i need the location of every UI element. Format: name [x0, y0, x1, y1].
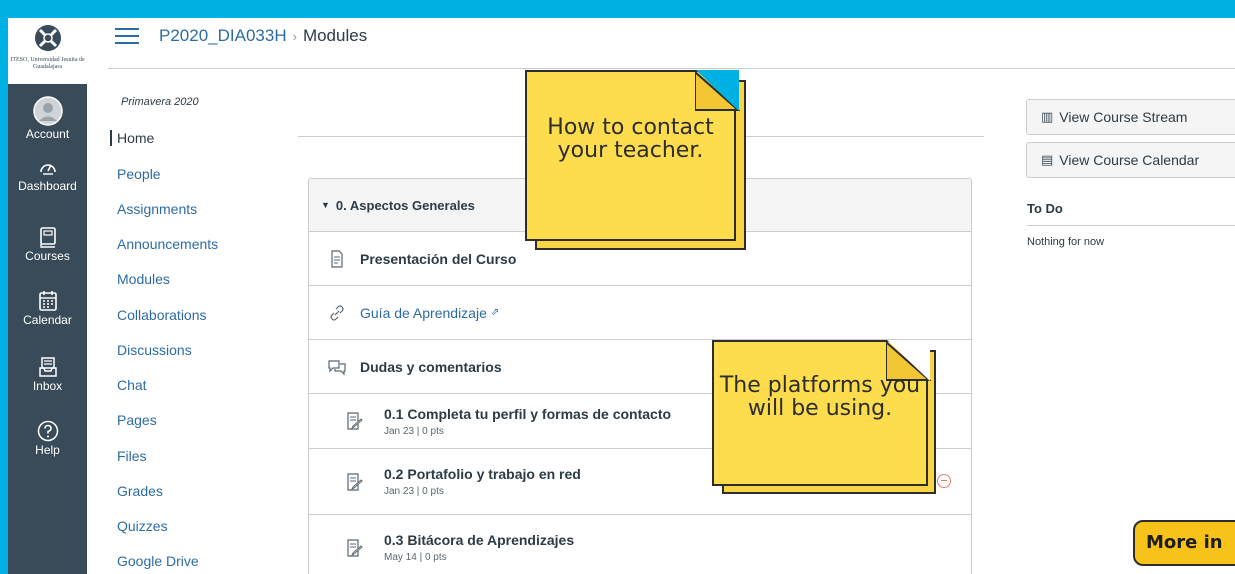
header-divider: [108, 68, 1235, 69]
course-nav-files[interactable]: Files: [117, 448, 147, 464]
courses-book-icon: [39, 227, 56, 248]
canvas-window: ITESO, Universidad Jesuita de Guadalajar…: [8, 18, 1235, 574]
course-nav-modules[interactable]: Modules: [117, 271, 170, 287]
button-label: View Course Calendar: [1059, 152, 1200, 168]
collapse-caret-icon[interactable]: ▼: [321, 200, 330, 210]
sticky-note-platforms: The platforms you will be using.: [712, 340, 938, 494]
global-nav-inbox[interactable]: Inbox: [8, 356, 87, 393]
global-nav-label: Account: [25, 127, 70, 141]
course-nav-discussions[interactable]: Discussions: [117, 342, 192, 358]
module-item-title[interactable]: 0.1 Completa tu perfil y formas de conta…: [384, 406, 671, 422]
stream-chart-icon: ▥: [1041, 109, 1054, 124]
sticky-note-text: The platforms you will be using.: [719, 373, 921, 421]
module-item-meta: Jan 23 | 0 pts: [384, 486, 444, 497]
global-nav-label: Inbox: [32, 379, 63, 393]
course-nav-quizzes[interactable]: Quizzes: [117, 518, 168, 534]
hamburger-menu-icon[interactable]: [115, 28, 139, 46]
sticky-note-contact: How to contact your teacher.: [525, 70, 748, 252]
external-link-icon: ⇗: [490, 307, 500, 318]
logo-text: ITESO, Universidad Jesuita de Guadalajar…: [10, 57, 85, 70]
account-avatar-icon: [32, 96, 63, 126]
module-item-guia[interactable]: Guía de Aprendizaje ⇗: [309, 286, 971, 340]
todo-divider: [1027, 225, 1235, 226]
global-nav-label: Help: [35, 443, 60, 457]
module-item-title[interactable]: 0.2 Portafolio y trabajo en red: [384, 466, 581, 482]
dashboard-gauge-icon: [39, 164, 56, 175]
global-nav-label: Courses: [25, 249, 70, 263]
discussion-icon: [328, 359, 346, 375]
course-nav-collaborations[interactable]: Collaborations: [117, 307, 207, 323]
course-nav-google-drive[interactable]: Google Drive: [117, 553, 199, 569]
global-nav: ITESO, Universidad Jesuita de Guadalajar…: [8, 18, 87, 574]
breadcrumb-separator-icon: ›: [292, 29, 297, 44]
breadcrumb-current: Modules: [302, 26, 368, 45]
global-nav-calendar[interactable]: Calendar: [8, 290, 87, 327]
global-nav-courses[interactable]: Courses: [8, 226, 87, 263]
course-nav-people[interactable]: People: [117, 166, 161, 182]
module-item-title[interactable]: Guía de Aprendizaje: [360, 305, 487, 321]
course-nav-grades[interactable]: Grades: [117, 483, 163, 499]
global-nav-label: Calendar: [23, 313, 72, 327]
module-item-meta: Jan 23 | 0 pts: [384, 425, 444, 437]
module-item-title[interactable]: 0.3 Bitácora de Aprendizajes: [384, 532, 574, 548]
global-nav-account[interactable]: Account: [8, 96, 87, 141]
assignment-icon: [347, 538, 363, 557]
page-icon: [331, 249, 343, 268]
course-nav-chat[interactable]: Chat: [117, 377, 147, 393]
breadcrumb: P2020_DIA033H › Modules: [159, 26, 367, 46]
institution-logo[interactable]: ITESO, Universidad Jesuita de Guadalajar…: [8, 18, 87, 84]
help-question-icon: [37, 420, 58, 442]
more-info-button[interactable]: More in: [1133, 520, 1235, 566]
inbox-icon: [38, 357, 57, 377]
sticky-note-text: How to contact your teacher.: [547, 115, 714, 163]
calendar-small-icon: ▤: [1041, 152, 1054, 167]
unpublish-status-icon[interactable]: [937, 474, 951, 488]
assignment-icon: [347, 472, 363, 491]
page-header: P2020_DIA033H › Modules: [87, 18, 1235, 56]
course-nav-announcements[interactable]: Announcements: [117, 236, 218, 252]
global-nav-help[interactable]: Help: [8, 420, 87, 457]
assignment-icon: [347, 412, 363, 430]
view-course-stream-button[interactable]: ▥ View Course Stream: [1026, 99, 1235, 135]
global-nav-dashboard[interactable]: Dashboard: [8, 158, 87, 193]
module-title: 0. Aspectos Generales: [335, 197, 475, 213]
course-nav-home[interactable]: Home: [110, 130, 154, 146]
global-nav-label: Dashboard: [18, 179, 77, 193]
calendar-icon: [38, 291, 57, 311]
module-item-0-3[interactable]: 0.3 Bitácora de Aprendizajes May 14 | 0 …: [309, 515, 971, 574]
module-item-title: Presentación del Curso: [360, 250, 517, 267]
breadcrumb-course-link[interactable]: P2020_DIA033H: [159, 26, 287, 45]
module-item-title: Dudas y comentarios: [360, 358, 502, 375]
iteso-logo-icon: [34, 25, 61, 51]
view-course-calendar-button[interactable]: ▤ View Course Calendar: [1026, 142, 1235, 178]
course-nav-assignments[interactable]: Assignments: [117, 201, 197, 217]
module-item-meta: May 14 | 0 pts: [384, 552, 447, 563]
todo-empty-text: Nothing for now: [1027, 236, 1105, 248]
course-nav-pages[interactable]: Pages: [117, 412, 157, 428]
todo-heading: To Do: [1027, 201, 1063, 216]
course-term: Primavera 2020: [121, 96, 199, 108]
button-label: View Course Stream: [1059, 109, 1188, 125]
link-icon: [330, 304, 344, 321]
